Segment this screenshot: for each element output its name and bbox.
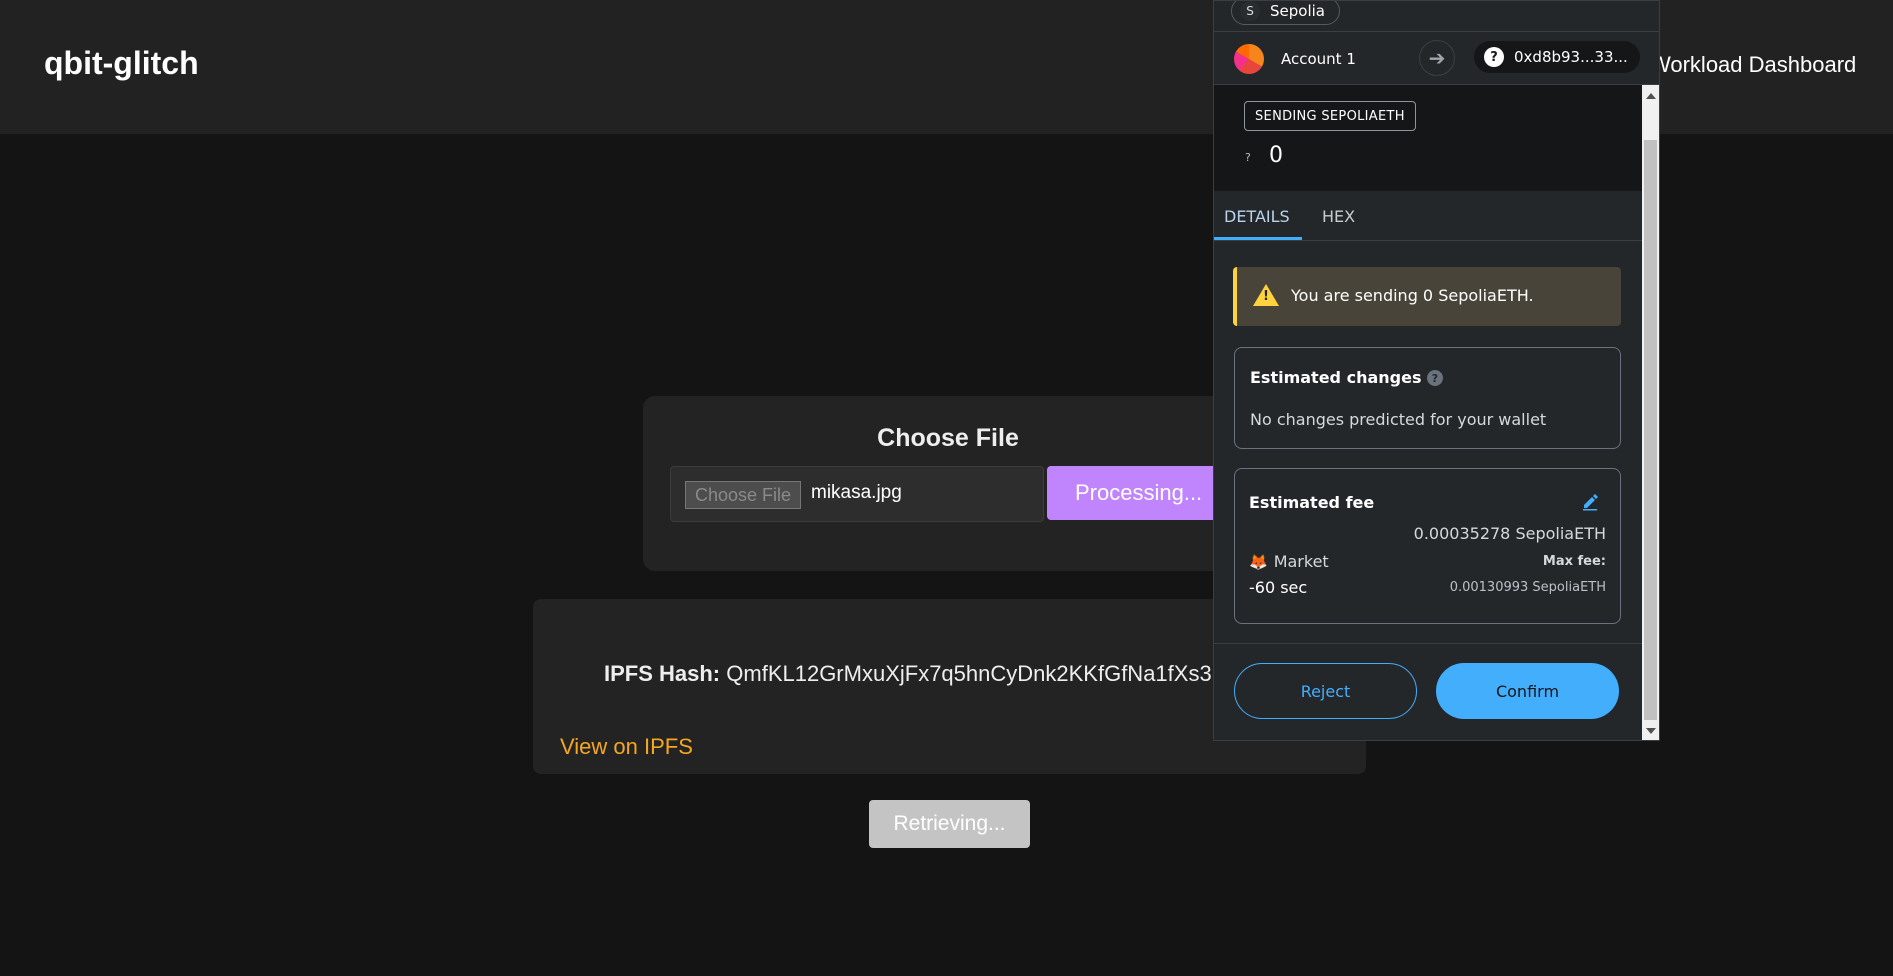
fee-speed-label: Market: [1273, 552, 1329, 571]
view-on-ipfs-link[interactable]: View on IPFS: [560, 734, 693, 760]
max-fee-value: 0.00130993 SepoliaETH: [1449, 580, 1606, 595]
recipient-address-pill[interactable]: ? 0xd8b93...33...: [1474, 41, 1640, 73]
help-icon[interactable]: ?: [1427, 370, 1443, 386]
tab-hex[interactable]: HEX: [1322, 207, 1355, 226]
upload-card: Choose File Choose File mikasa.jpg Proce…: [643, 396, 1253, 571]
account-bar: Account 1 ➔ ? 0xd8b93...33...: [1214, 31, 1659, 85]
transaction-summary: SENDING SEPOLIAETH ? 0: [1214, 85, 1642, 191]
network-icon: S: [1240, 1, 1260, 21]
nav-link-workload-dashboard[interactable]: Workload Dashboard: [1650, 52, 1856, 78]
file-input[interactable]: Choose File mikasa.jpg: [670, 466, 1044, 522]
tab-bar: DETAILS HEX: [1214, 191, 1642, 241]
brand-title: qbit-glitch: [44, 45, 199, 81]
scrollbar[interactable]: [1642, 85, 1659, 740]
estimated-fee-amount: 0.00035278 SepoliaETH: [1413, 524, 1606, 543]
max-fee-label: Max fee:: [1542, 554, 1606, 569]
retrieve-button[interactable]: Retrieving...: [869, 800, 1030, 848]
recipient-address: 0xd8b93...33...: [1514, 48, 1628, 66]
active-tab-indicator: [1214, 237, 1302, 240]
account-avatar: [1234, 44, 1264, 74]
estimated-changes-text: No changes predicted for your wallet: [1250, 410, 1547, 429]
estimated-fee-box: Estimated fee 0.00035278 SepoliaETH 🦊 Ma…: [1234, 468, 1621, 624]
unknown-token-icon: ?: [1484, 47, 1504, 67]
metamask-popup: S Sepolia Account 1 ➔ ? 0xd8b93...33... …: [1213, 0, 1660, 741]
edit-pencil-icon[interactable]: [1580, 491, 1600, 511]
scroll-thumb[interactable]: [1644, 140, 1657, 720]
reject-button[interactable]: Reject: [1234, 663, 1417, 719]
warning-icon: [1253, 284, 1279, 306]
scroll-down-arrow[interactable]: [1646, 728, 1656, 734]
estimated-fee-title: Estimated fee: [1249, 493, 1375, 512]
ipfs-hash-line: IPFS Hash: QmfKL12GrMxuXjFx7q5hnCyDnk2KK…: [604, 661, 1212, 687]
selected-file-name: mikasa.jpg: [811, 482, 902, 503]
fee-time-estimate: -60 sec: [1249, 578, 1308, 597]
arrow-right-icon: ➔: [1419, 40, 1455, 76]
send-amount: 0: [1269, 143, 1283, 168]
tab-details[interactable]: DETAILS: [1224, 207, 1290, 226]
send-warning-alert: You are sending 0 SepoliaETH.: [1233, 267, 1621, 326]
fee-speed[interactable]: 🦊 Market: [1249, 552, 1329, 571]
account-name[interactable]: Account 1: [1281, 50, 1356, 68]
ipfs-hash-label: IPFS Hash:: [604, 661, 721, 686]
estimated-changes-box: Estimated changes ? No changes predicted…: [1234, 347, 1621, 449]
upload-title: Choose File: [877, 424, 1019, 452]
choose-file-button[interactable]: Choose File: [685, 481, 801, 509]
amount-token-icon: ?: [1245, 151, 1251, 164]
ipfs-hash-value: QmfKL12GrMxuXjFx7q5hnCyDnk2KKfGfNa1fXs3: [726, 661, 1212, 686]
fox-icon: 🦊: [1249, 552, 1268, 571]
sending-badge: SENDING SEPOLIAETH: [1244, 101, 1416, 131]
confirm-button[interactable]: Confirm: [1436, 663, 1619, 719]
network-selector[interactable]: S Sepolia: [1231, 1, 1340, 25]
alert-text: You are sending 0 SepoliaETH.: [1291, 286, 1534, 305]
footer-divider: [1214, 643, 1642, 644]
estimated-changes-title: Estimated changes: [1250, 368, 1422, 387]
scroll-up-arrow[interactable]: [1646, 93, 1656, 99]
network-name: Sepolia: [1270, 2, 1325, 20]
